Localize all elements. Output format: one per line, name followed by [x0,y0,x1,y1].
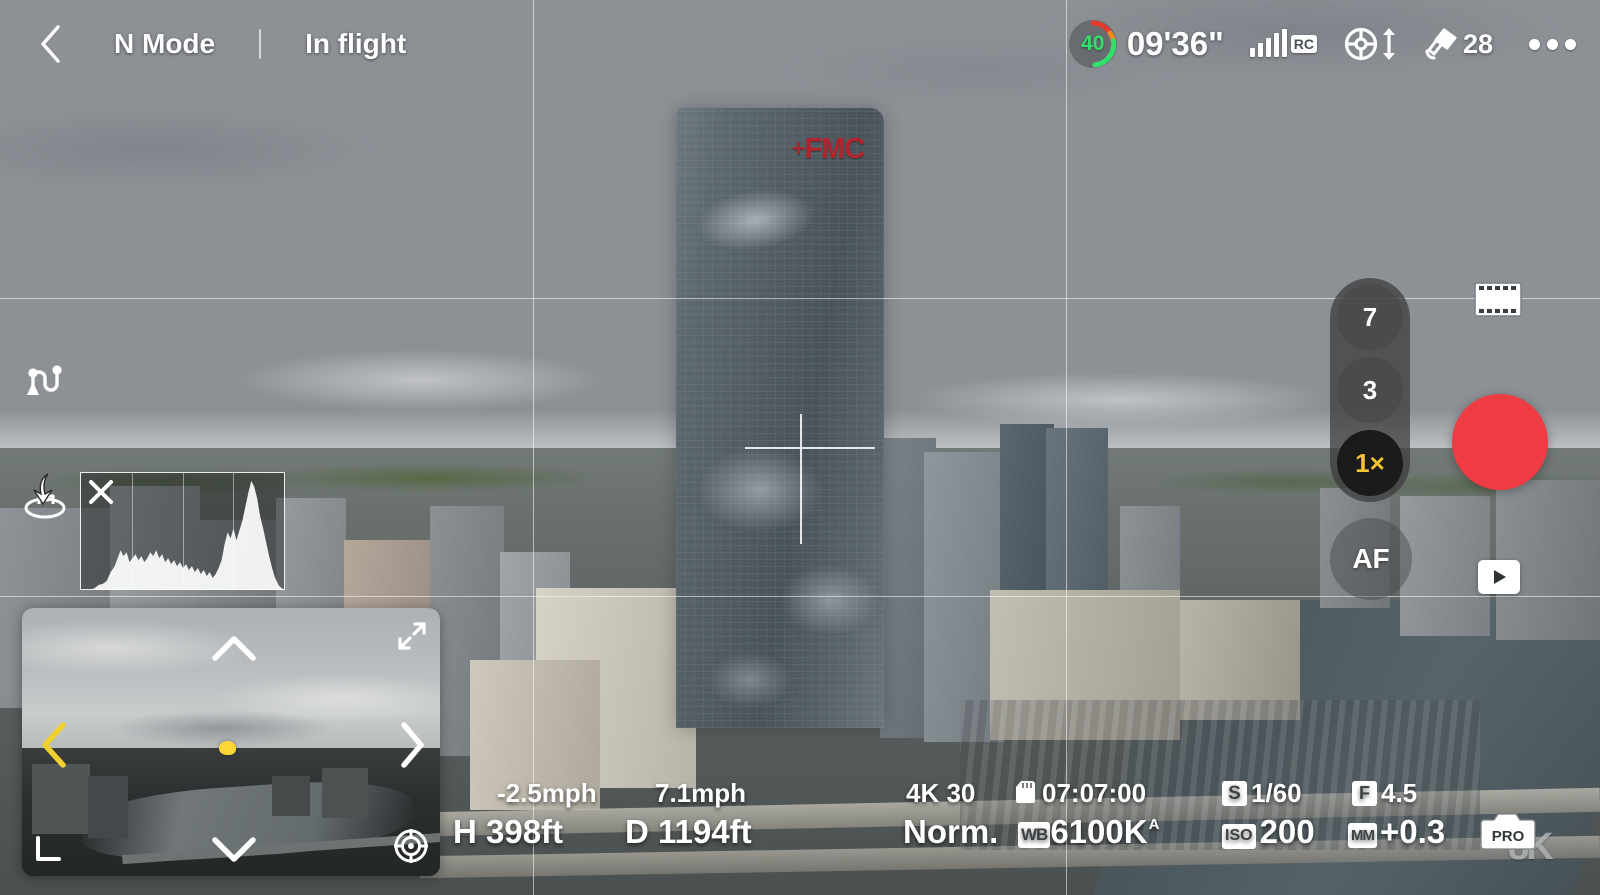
play-button-icon[interactable] [1478,560,1520,594]
fmc-plus-mark: + [792,135,805,161]
minimap-building [272,776,310,816]
gps-status [1343,26,1397,62]
tower-reflection [700,430,880,730]
sd-card-icon [1016,780,1036,811]
autofocus-button[interactable]: AF [1330,518,1412,600]
zoom-level-selector[interactable]: 7 3 1× [1330,278,1410,502]
altitude-readout: H 398ft [453,813,564,850]
wb-value: 6100K [1050,813,1148,850]
minimap-building [32,764,90,834]
flight-mode-label: N Mode [114,28,216,59]
drone-camera-app: +FMC N Mode In flight 40 09'36" RC 28 7 … [0,0,1600,895]
zoom-option-3[interactable]: 3 [1337,357,1403,423]
flight-status-label: In flight [305,28,407,59]
header-divider [259,29,262,59]
resolution-fps[interactable]: 4K 30 [906,778,975,809]
chevron-down-icon[interactable] [211,835,257,868]
sd-record-remaining: 07:07:00 [1016,778,1146,811]
iso-readout[interactable]: ISO 200 [1222,813,1315,851]
fpv-minimap-panel[interactable] [22,608,440,876]
ev-tag: MM [1348,823,1377,848]
iso-value: 200 [1259,813,1315,850]
battery-indicator[interactable]: 40 [1068,20,1117,68]
flight-route-icon[interactable] [20,358,66,409]
minimap-building [322,768,368,818]
status-indicators: 40 09'36" RC 28 [1068,0,1600,88]
distance-readout: D 1194ft [625,813,752,850]
more-ellipsis-icon[interactable] [1529,38,1576,50]
minimap-building [88,776,128,838]
iso-tag: ISO [1222,823,1256,849]
chevron-right-icon[interactable] [398,721,426,774]
shutter-tag: S [1222,781,1247,806]
aperture-value: 4.5 [1381,778,1418,808]
building [1400,496,1490,636]
rc-label: RC [1290,34,1317,54]
minimap-sky [22,608,440,756]
wb-auto-flag: A [1148,816,1160,833]
aperture-readout[interactable]: F 4.5 [1352,778,1417,809]
record-button[interactable] [1452,394,1548,490]
gps-lock-icon [1344,27,1378,61]
expand-arrows-icon[interactable] [396,620,428,657]
pro-camera-icon[interactable]: PRO [1480,808,1536,857]
fmc-building-logo: +FMC [792,133,865,166]
back-chevron-icon[interactable] [36,22,66,66]
satellite-count: 28 [1462,28,1493,59]
exposure-comp-readout[interactable]: MM +0.3 [1348,813,1445,851]
fmc-logo-text: FMC [804,133,865,165]
ev-value: +0.3 [1380,813,1446,850]
shutter-readout[interactable]: S 1/60 [1222,778,1302,809]
horizontal-speed: 7.1mph [655,778,747,808]
minimap-target-marker [219,741,236,755]
zoom-option-1x[interactable]: 1× [1337,430,1403,496]
chevron-up-icon[interactable] [211,634,257,667]
corner-bracket-icon[interactable] [34,835,62,868]
wb-tag: WB [1018,821,1051,848]
satellite-icon [1425,28,1457,60]
close-x-icon[interactable] [86,477,116,507]
flight-time: 09'36" [1126,25,1224,62]
film-strip-icon[interactable] [1474,282,1522,317]
battery-percent: 40 [1081,32,1105,55]
return-to-home-icon[interactable] [20,468,70,525]
record-remaining-value: 07:07:00 [1042,778,1147,808]
white-balance-readout[interactable]: WB6100KA [1018,813,1159,851]
vertical-speed: -2.5mph [497,778,597,808]
zoom-option-7[interactable]: 7 [1337,284,1403,350]
shutter-value: 1/60 [1251,778,1302,808]
svg-text:PRO: PRO [1492,828,1525,845]
chevron-left-icon[interactable] [40,721,68,774]
top-status-bar: N Mode In flight 40 09'36" RC 28 [0,0,1600,88]
color-profile[interactable]: Norm. [903,813,998,851]
recenter-compass-icon[interactable] [392,827,430,870]
up-down-arrow-icon [1382,28,1395,60]
signal-bars-icon [1249,29,1287,57]
aperture-tag: F [1352,780,1377,806]
